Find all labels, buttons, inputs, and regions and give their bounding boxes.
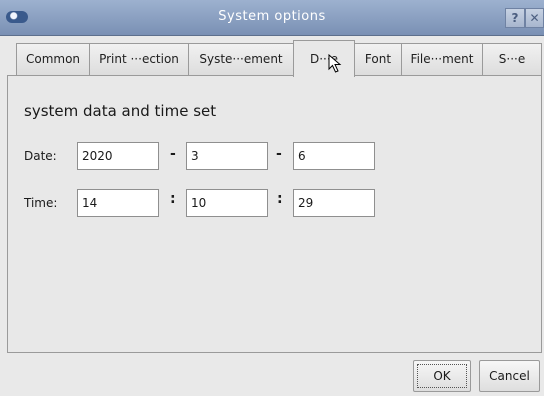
tab-date-time[interactable]: D···e [293,40,355,77]
close-button[interactable]: ✕ [525,8,544,28]
date-year-field[interactable]: 2020 [77,142,159,170]
tab-font[interactable]: Font [354,43,402,76]
time-label: Time: [24,196,58,210]
cancel-button[interactable]: Cancel [479,360,540,392]
date-day-field[interactable]: 6 [293,142,375,170]
time-second-field[interactable]: 29 [293,189,375,217]
tab-common[interactable]: Common [16,43,90,76]
help-button[interactable]: ? [505,8,525,28]
tab-other[interactable]: S···e [482,43,542,76]
tab-print-section[interactable]: Print ···ection [89,43,189,76]
date-month-field[interactable]: 3 [186,142,268,170]
time-separator: : [277,191,283,207]
date-separator: - [276,146,282,162]
mouse-pointer-icon [328,54,342,73]
time-hour-field[interactable]: 14 [77,189,159,217]
time-minute-field[interactable]: 10 [186,189,268,217]
time-separator: : [170,191,176,207]
date-separator: - [170,146,176,162]
date-label: Date: [24,149,57,163]
tab-system-management[interactable]: Syste···ement [188,43,294,76]
title-bar[interactable]: System options ? ✕ [0,0,544,36]
ok-button[interactable]: OK [413,360,471,392]
section-title: system data and time set [24,102,217,120]
tab-file-management[interactable]: File···ment [401,43,483,76]
window-title: System options [218,9,326,24]
